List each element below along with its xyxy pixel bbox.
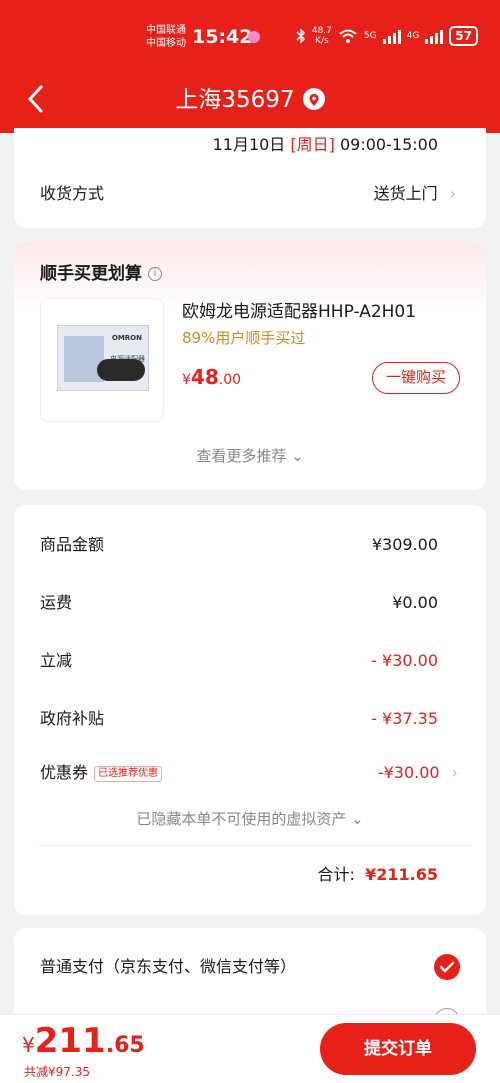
more-recommendations-label: 查看更多推荐: [196, 447, 287, 465]
summary-row: 运费 ¥0.00: [40, 592, 438, 614]
page-title[interactable]: 上海35697: [0, 84, 500, 116]
product-price: ¥48.00: [182, 364, 241, 393]
checkout-price-symbol: ¥: [22, 1033, 35, 1057]
info-icon[interactable]: i: [148, 267, 162, 281]
submit-order-button[interactable]: 提交订单: [320, 1023, 476, 1075]
recommend-card: 顺手买更划算 i OMRON 电源适配器 欧姆龙电源适配器HHP-A2H01 89…: [14, 242, 486, 490]
wifi-icon: [339, 29, 357, 43]
app-header: 中国联通 中国移动 15:42 48.7 K/s 5G 4G 57 上海3569…: [0, 0, 500, 133]
total-saved: 共减¥97.35: [24, 1065, 90, 1079]
summary-value-subsidy: - ¥37.35: [371, 709, 438, 728]
checkout-bar: ¥211.65 共减¥97.35 提交订单: [0, 1014, 500, 1083]
recommend-title: 顺手买更划算 i: [40, 262, 162, 286]
checkmark-icon[interactable]: [434, 954, 460, 980]
chevron-down-icon: ⌄: [351, 810, 364, 828]
product-adapter-graphic: [97, 359, 145, 381]
delivery-method-value: 送货上门: [373, 184, 438, 203]
hidden-assets-label: 已隐藏本单不可使用的虚拟资产: [136, 810, 347, 828]
checkout-price-dec: .65: [105, 1033, 145, 1058]
summary-label-discount: 立减: [40, 651, 73, 670]
product-price-int: 48: [190, 365, 219, 389]
total-label: 合计:: [317, 865, 355, 884]
signal-1-icon: [382, 28, 401, 44]
status-icons: 48.7 K/s 5G 4G 57: [296, 26, 478, 46]
one-click-buy-button[interactable]: 一键购买: [372, 362, 460, 394]
product-price-dec: .00: [218, 372, 242, 388]
recommend-title-text: 顺手买更划算: [40, 264, 142, 284]
checkout-price: ¥211.65: [22, 1023, 145, 1065]
delivery-card: 11月10日 [周日] 09:00-15:00 收货方式 送货上门 ›: [14, 128, 486, 228]
chevron-right-icon: ›: [449, 184, 456, 203]
network-speed-unit: K/s: [315, 36, 329, 46]
hidden-assets-toggle[interactable]: 已隐藏本单不可使用的虚拟资产 ⌄: [14, 808, 486, 829]
carrier-2: 中国移动: [146, 38, 186, 49]
summary-value-coupon: -¥30.00: [377, 763, 440, 782]
carrier-names: 中国联通 中国移动: [146, 24, 186, 50]
checkout-price-int: 211: [34, 1021, 106, 1061]
page-title-text: 上海35697: [175, 87, 295, 113]
summary-row: 立减 - ¥30.00: [40, 650, 438, 672]
product-image[interactable]: OMRON 电源适配器: [40, 298, 164, 422]
battery-icon: 57: [449, 26, 478, 46]
product-box-graphic: OMRON 电源适配器: [57, 325, 149, 391]
coupon-row[interactable]: 优惠券 已选推荐优惠 -¥30.00 ›: [40, 762, 458, 784]
signal-1-label: 5G: [363, 31, 377, 41]
notification-dot-icon: [248, 31, 260, 43]
location-pin-icon[interactable]: [302, 87, 325, 110]
delivery-weekday: [周日]: [290, 135, 335, 154]
delivery-date: 11月10日: [212, 135, 286, 154]
summary-label-subsidy: 政府补贴: [40, 709, 105, 728]
signal-2-icon: [425, 28, 444, 44]
product-price-symbol: ¥: [182, 372, 191, 388]
summary-row: 政府补贴 - ¥37.35: [40, 708, 438, 730]
delivery-method-label: 收货方式: [40, 184, 105, 203]
order-total: 合计: ¥211.65: [318, 864, 438, 886]
summary-value-discount: - ¥30.00: [371, 651, 438, 670]
summary-row: 商品金额 ¥309.00: [40, 534, 438, 556]
carrier-1: 中国联通: [146, 25, 186, 36]
summary-value-goods: ¥309.00: [371, 535, 438, 554]
summary-label-coupon: 优惠券: [40, 763, 89, 782]
chevron-right-icon: ›: [451, 763, 458, 782]
delivery-time-range: 09:00-15:00: [340, 135, 438, 154]
summary-label-goods: 商品金额: [40, 535, 105, 554]
payment-option-standard[interactable]: 普通支付（京东支付、微信支付等）: [40, 956, 296, 978]
bluetooth-icon: [296, 28, 305, 44]
status-time: 15:42: [192, 26, 253, 48]
summary-value-shipping: ¥0.00: [392, 593, 438, 612]
total-value: ¥211.65: [365, 865, 438, 884]
delivery-method-row[interactable]: 收货方式 送货上门 ›: [40, 183, 456, 205]
coupon-tag: 已选推荐优惠: [94, 765, 163, 782]
divider: [38, 845, 472, 846]
signal-2-label: 4G: [406, 31, 420, 41]
more-recommendations-link[interactable]: 查看更多推荐 ⌄: [14, 446, 486, 466]
product-subtitle: 89%用户顺手买过: [182, 329, 306, 347]
summary-label-shipping: 运费: [40, 593, 73, 612]
product-brand-logo: OMRON: [111, 334, 142, 342]
product-name[interactable]: 欧姆龙电源适配器HHP-A2H01: [182, 300, 416, 324]
delivery-time[interactable]: 11月10日 [周日] 09:00-15:00: [213, 134, 438, 156]
network-speed-value: 48.7: [311, 26, 332, 36]
network-speed: 48.7 K/s: [312, 26, 332, 46]
chevron-down-icon: ⌄: [291, 447, 304, 465]
status-bar: 中国联通 中国移动 15:42 48.7 K/s 5G 4G 57: [0, 18, 500, 58]
